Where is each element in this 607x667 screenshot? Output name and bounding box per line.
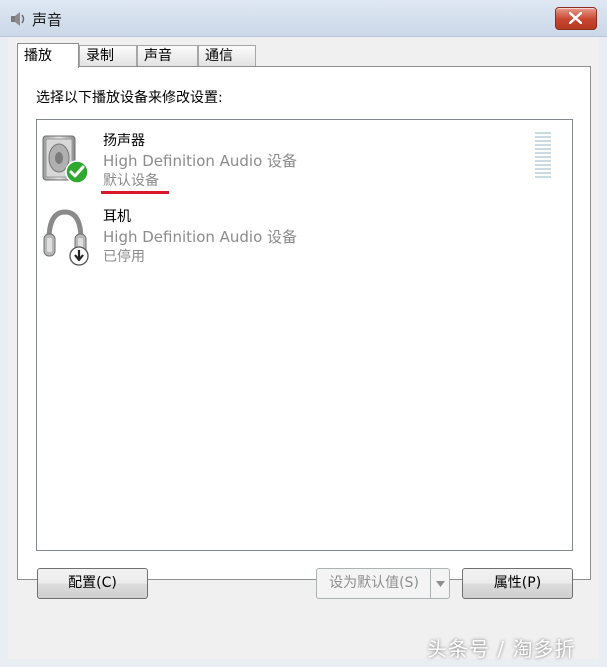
list-item-headphones[interactable]: 耳机 High Definition Audio 设备 已停用: [41, 200, 561, 268]
set-default-dropdown: [430, 569, 449, 598]
tab-recording[interactable]: 录制: [79, 45, 137, 66]
down-arrow-icon: [69, 246, 89, 270]
playback-panel: 选择以下播放设备来修改设置: 扬声器 High Definition Audio…: [17, 66, 591, 580]
device-list[interactable]: 扬声器 High Definition Audio 设备 默认设备 耳机 Hig…: [36, 119, 573, 551]
set-default-label: 设为默认值(S): [329, 575, 419, 591]
device-description: High Definition Audio 设备: [103, 152, 298, 170]
chevron-down-icon: [436, 581, 445, 587]
tab-sounds[interactable]: 声音: [137, 45, 198, 66]
tab-playback[interactable]: 播放: [17, 43, 79, 68]
device-name: 耳机: [103, 209, 131, 225]
device-status: 默认设备: [103, 173, 159, 189]
set-default-button: 设为默认值(S): [316, 568, 450, 599]
dialog-body: 播放 录制 声音 通信 选择以下播放设备来修改设置: 扬声器 High Defi…: [8, 37, 599, 659]
instruction-text: 选择以下播放设备来修改设置:: [36, 90, 223, 106]
title-bar: 声音: [0, 0, 607, 37]
properties-button[interactable]: 属性(P): [462, 568, 573, 599]
device-description: High Definition Audio 设备: [103, 228, 298, 246]
configure-button[interactable]: 配置(C): [37, 568, 148, 599]
tab-communications[interactable]: 通信: [198, 45, 256, 66]
speaker-icon: [9, 10, 27, 28]
device-status: 已停用: [103, 249, 145, 265]
volume-level-meter: [535, 132, 551, 182]
window-title: 声音: [32, 11, 63, 29]
highlight-underline: [101, 191, 169, 194]
close-icon: [569, 12, 582, 24]
watermark: 头条号 / 淘多折: [427, 637, 576, 661]
close-button[interactable]: [555, 7, 597, 30]
list-item-speaker[interactable]: 扬声器 High Definition Audio 设备 默认设备: [41, 124, 561, 194]
check-icon: [65, 160, 89, 188]
device-name: 扬声器: [103, 133, 145, 149]
